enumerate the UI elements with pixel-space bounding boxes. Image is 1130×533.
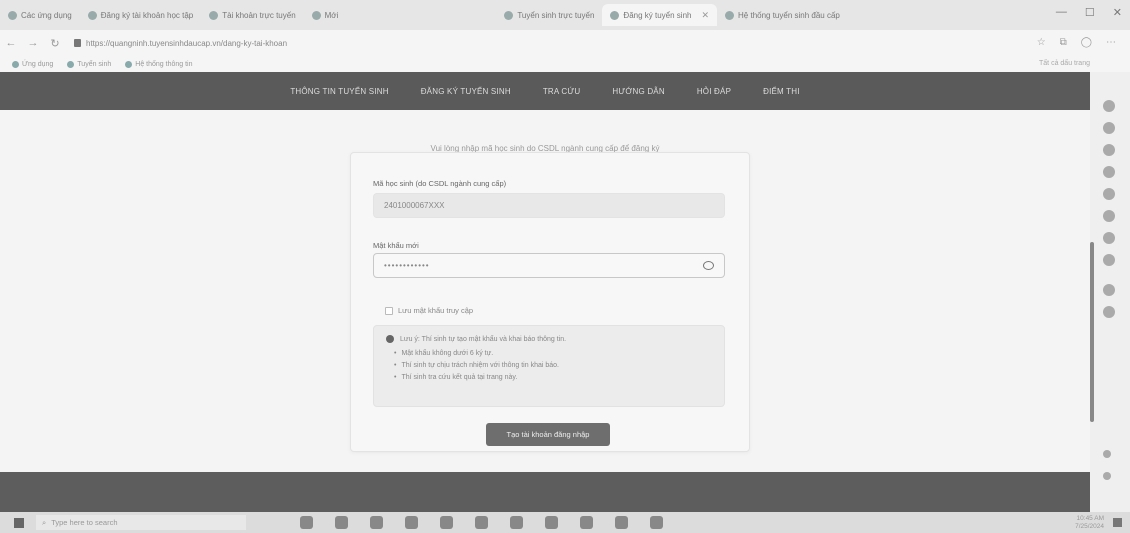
app-icon[interactable]: [580, 516, 593, 529]
search-icon[interactable]: [1103, 100, 1115, 112]
url-field[interactable]: https://quangninh.tuyensinhdaucap.vn/dan…: [74, 39, 287, 48]
tab-apps[interactable]: Các ứng dụng: [0, 4, 80, 26]
tab-register-admission[interactable]: Đăng ký tuyển sinh ✕: [602, 4, 718, 26]
back-icon[interactable]: ←: [0, 37, 22, 49]
lock-icon: [74, 39, 81, 47]
bookmark-icon: [12, 60, 19, 68]
site-icon: [610, 10, 620, 20]
info-list: Mật khẩu không dưới 6 ký tự. Thí sinh tự…: [386, 350, 712, 381]
taskbar-apps: [300, 516, 663, 529]
close-window-icon[interactable]: ✕: [1113, 6, 1122, 19]
nav-admission-info[interactable]: Thông tin tuyển sinh: [290, 87, 388, 96]
menu-icon[interactable]: ⋯: [1106, 37, 1116, 48]
reload-icon[interactable]: ↻: [44, 37, 66, 50]
windows-taskbar: ⌕ Type here to search 10:45 AM 7/25/2024: [0, 512, 1130, 533]
address-bar: ← → ↻ https://quangninh.tuyensinhdaucap.…: [0, 30, 1130, 56]
site-icon: [209, 10, 219, 20]
games-icon[interactable]: [1103, 188, 1115, 200]
browser-side-panel: [1090, 72, 1130, 512]
app-icon[interactable]: [545, 516, 558, 529]
bookmark-item[interactable]: Tuyển sinh: [67, 60, 111, 68]
info-item: Thí sinh tra cứu kết quả tại trang này.: [394, 374, 712, 381]
notification-icon[interactable]: [1113, 518, 1122, 527]
app-icon[interactable]: [1103, 254, 1115, 266]
app-icon[interactable]: [1103, 306, 1115, 318]
bookmarks-bar: Ứng dụng Tuyển sinh Hệ thống thông tin T…: [0, 56, 1130, 72]
main-content: Vui lòng nhập mã học sinh do CSDL ngành …: [0, 110, 1090, 472]
app-icon[interactable]: [405, 516, 418, 529]
site-icon: [87, 10, 97, 20]
apps-icon: [8, 10, 17, 20]
info-item: Mật khẩu không dưới 6 ký tự.: [394, 350, 712, 357]
username-input[interactable]: 2401000067XXX: [373, 193, 725, 218]
site-footer: [0, 472, 1090, 512]
nav-scores[interactable]: Điểm thi: [763, 87, 800, 96]
taskbar-search[interactable]: ⌕ Type here to search: [36, 515, 246, 530]
app-icon[interactable]: [335, 516, 348, 529]
windows-start-icon[interactable]: [14, 517, 24, 528]
tab-admission-system[interactable]: Hệ thống tuyển sinh đầu cấp: [717, 4, 848, 26]
site-navigation: Thông tin tuyển sinh Đăng ký tuyển sinh …: [0, 72, 1090, 110]
remember-checkbox[interactable]: [385, 306, 393, 315]
tab-account-register[interactable]: Đăng ký tài khoản học tập: [80, 4, 202, 26]
info-box: Lưu ý: Thí sinh tự tạo mật khẩu và khai …: [373, 325, 725, 407]
app-icon[interactable]: [1103, 284, 1115, 296]
nav-lookup[interactable]: Tra cứu: [543, 87, 581, 96]
app-icon[interactable]: [440, 516, 453, 529]
collections-icon[interactable]: [1103, 122, 1115, 134]
info-icon: [386, 335, 394, 343]
window-controls: — ☐ ✕: [1056, 6, 1122, 19]
app-icon[interactable]: [615, 516, 628, 529]
tab-new[interactable]: Mới: [304, 4, 347, 26]
close-tab-icon[interactable]: ✕: [701, 10, 709, 21]
bookmark-item[interactable]: Hệ thống thông tin: [125, 60, 192, 68]
info-item: Thí sinh tự chịu trách nhiệm với thông t…: [394, 362, 712, 369]
bookmark-icon: [67, 60, 75, 68]
username-label: Mã học sinh (do CSDL ngành cung cấp): [373, 179, 507, 188]
extensions-icon[interactable]: ⧉: [1060, 37, 1067, 48]
scrollbar[interactable]: [1090, 242, 1094, 422]
browser-tab-bar: Các ứng dụng Đăng ký tài khoản học tập T…: [0, 0, 1130, 30]
app-icon[interactable]: [300, 516, 313, 529]
tab-online-admission[interactable]: Tuyển sinh trực tuyến: [496, 4, 602, 26]
nav-register[interactable]: Đăng ký tuyển sinh: [421, 87, 511, 96]
password-input[interactable]: ••••••••••••: [373, 253, 725, 278]
site-icon: [311, 10, 321, 20]
forward-icon[interactable]: →: [22, 37, 44, 49]
site-icon: [725, 10, 735, 20]
create-account-button[interactable]: Tạo tài khoản đăng nhập: [486, 423, 610, 446]
show-password-icon[interactable]: [703, 261, 714, 270]
app-icon[interactable]: [475, 516, 488, 529]
star-icon[interactable]: ☆: [1037, 37, 1046, 48]
search-icon: ⌕: [42, 517, 47, 527]
bookmark-icon: [125, 60, 133, 68]
system-clock[interactable]: 10:45 AM 7/25/2024: [1075, 515, 1104, 531]
office-icon[interactable]: [1103, 166, 1115, 178]
info-title: Lưu ý: Thí sinh tự tạo mật khẩu và khai …: [400, 335, 567, 343]
password-label: Mật khẩu mới: [373, 241, 419, 250]
tools-icon[interactable]: [1103, 144, 1115, 156]
browser-toolbar: ☆ ⧉ ◯ ⋯: [1037, 37, 1116, 48]
add-icon[interactable]: [1103, 472, 1111, 480]
app-icon[interactable]: [510, 516, 523, 529]
profile-icon[interactable]: ◯: [1081, 37, 1092, 48]
register-form-card: Mã học sinh (do CSDL ngành cung cấp) 240…: [350, 152, 750, 452]
minimize-icon[interactable]: —: [1056, 6, 1067, 19]
app-icon[interactable]: [370, 516, 383, 529]
app-icon[interactable]: [650, 516, 663, 529]
tab-online-account[interactable]: Tài khoản trực tuyến: [201, 4, 303, 26]
nav-guide[interactable]: Hướng dẫn: [612, 87, 664, 96]
bookmark-item[interactable]: Ứng dụng: [12, 60, 53, 68]
drop-icon[interactable]: [1103, 232, 1115, 244]
outlook-icon[interactable]: [1103, 210, 1115, 222]
site-icon: [504, 10, 514, 20]
settings-icon[interactable]: [1103, 450, 1111, 458]
maximize-icon[interactable]: ☐: [1085, 6, 1095, 19]
nav-faq[interactable]: Hỏi đáp: [697, 87, 731, 96]
remember-password[interactable]: Lưu mật khẩu truy cập: [385, 306, 473, 315]
all-bookmarks[interactable]: Tất cả dấu trang: [1039, 60, 1090, 67]
